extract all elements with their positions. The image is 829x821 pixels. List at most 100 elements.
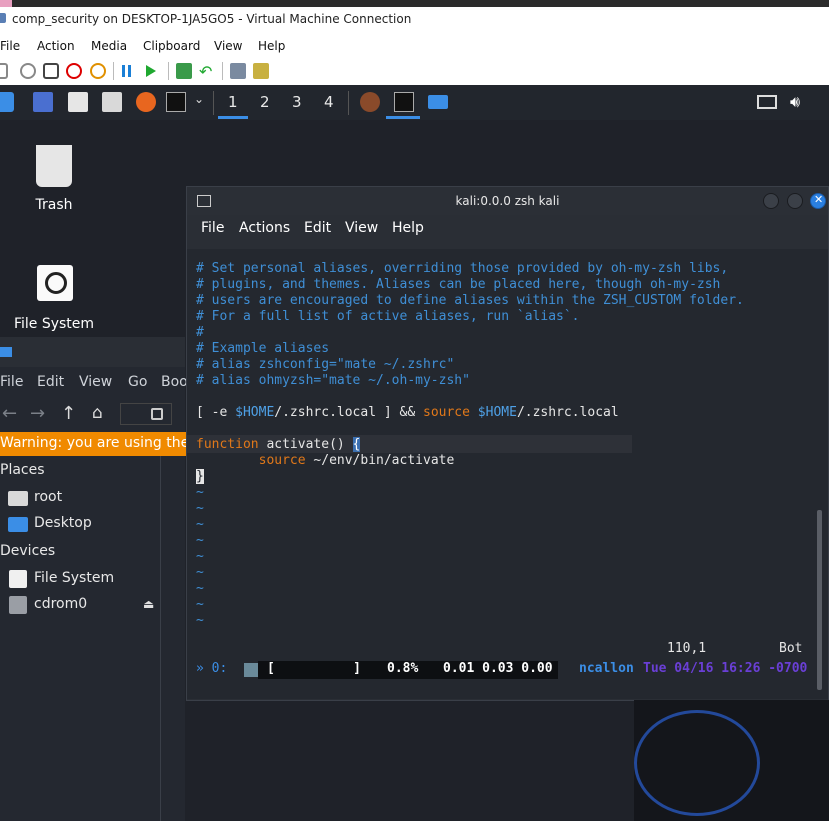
code-token: [ -e	[196, 405, 236, 420]
checkpoint-icon[interactable]	[176, 63, 192, 79]
terminal-task-icon[interactable]	[394, 92, 414, 112]
tmux-pane: » 0:	[196, 661, 228, 676]
host-menu-media[interactable]: Media	[91, 39, 127, 53]
host-top-strip	[0, 0, 829, 7]
code-comment: # Example aliases	[196, 341, 330, 356]
cdrom-icon	[9, 596, 27, 614]
matched-brace: {	[352, 437, 361, 452]
text-editor-icon[interactable]	[102, 92, 122, 112]
host-menu-clipboard[interactable]: Clipboard	[143, 39, 200, 53]
host-menu-help[interactable]: Help	[258, 39, 285, 53]
file-manager-icon[interactable]	[68, 92, 88, 112]
host-menubar: File Action Media Clipboard View Help	[0, 36, 829, 58]
power-icon[interactable]	[90, 63, 106, 79]
terminal-body[interactable]: # Set personal aliases, overriding those…	[187, 249, 828, 699]
text-cursor: }	[196, 469, 204, 484]
tmux-statusbar: » 0: [ ] 0.8% 0.01 0.03 0.00 ncallon Tue…	[187, 661, 828, 679]
up-icon[interactable]: ↑	[61, 403, 76, 424]
tmux-segment-marker	[244, 663, 258, 677]
maximize-button[interactable]	[787, 193, 803, 209]
panel-separator	[348, 91, 349, 115]
fm-menu-edit[interactable]: Edit	[37, 374, 64, 390]
place-desktop[interactable]: Desktop	[34, 515, 92, 531]
show-desktop-icon[interactable]	[33, 92, 53, 112]
term-menu-help[interactable]: Help	[392, 220, 424, 236]
toolbar-separator	[113, 62, 114, 80]
tmux-datetime: Tue 04/16 16:26 -0700	[643, 661, 808, 676]
code-function-body: source ~/env/bin/activate	[196, 453, 455, 469]
code-token: $HOME	[235, 405, 275, 420]
empty-line-marker: ~	[196, 533, 204, 548]
enhanced-session-icon[interactable]	[230, 63, 246, 79]
host-menu-view[interactable]: View	[214, 39, 242, 53]
desktop-folder-icon	[8, 517, 28, 532]
minimize-button[interactable]	[763, 193, 779, 209]
location-bar[interactable]	[120, 403, 172, 425]
fm-menu-file[interactable]: File	[0, 374, 23, 390]
start-icon[interactable]	[20, 63, 36, 79]
revert-icon[interactable]: ↶	[199, 62, 212, 81]
forward-icon[interactable]: →	[30, 403, 45, 424]
host-menu-action[interactable]: Action	[37, 39, 75, 53]
back-icon[interactable]: ←	[2, 403, 17, 424]
home-icon[interactable]: ⌂	[92, 403, 103, 423]
code-token: activate()	[258, 437, 353, 452]
device-file-system[interactable]: File System	[34, 570, 114, 586]
chevron-down-icon[interactable]: ⌄	[194, 92, 204, 106]
devices-header: Devices	[0, 543, 56, 559]
close-button[interactable]: ✕	[810, 193, 826, 209]
folder-task-icon[interactable]	[428, 95, 448, 109]
empty-line-marker: ~	[196, 597, 204, 612]
wallpaper-swirl	[634, 710, 760, 816]
kali-menu-icon[interactable]	[0, 92, 14, 112]
fm-menu-view[interactable]: View	[79, 374, 112, 390]
code-comment: # users are encouraged to define aliases…	[196, 293, 744, 308]
volume-icon[interactable]: 🔊︎	[790, 92, 800, 112]
pause-icon[interactable]	[122, 65, 125, 77]
toolbar-separator	[168, 62, 169, 80]
code-token: function	[196, 437, 259, 452]
fm-menu-bookmarks[interactable]: Boo	[161, 374, 188, 390]
eject-icon[interactable]: ⏏	[143, 597, 154, 611]
trash-icon[interactable]	[36, 145, 72, 187]
code-comment: # For a full list of active aliases, run…	[196, 309, 580, 324]
terminal-scrollbar[interactable]	[817, 510, 822, 690]
shutdown-icon[interactable]	[66, 63, 82, 79]
term-menu-actions[interactable]: Actions	[239, 220, 290, 236]
workspace-active-indicator	[218, 116, 248, 119]
code-function-line: function activate() {	[196, 437, 361, 453]
tmux-cpu-bar: [ ]	[267, 661, 361, 676]
fm-pane-divider	[160, 440, 161, 821]
empty-line-marker: ~	[196, 613, 204, 628]
host-titlebar: comp_security on DESKTOP-1JA5GO5 - Virtu…	[0, 0, 829, 37]
term-menu-edit[interactable]: Edit	[304, 220, 331, 236]
resume-icon[interactable]	[146, 65, 156, 77]
code-close-brace: }	[196, 469, 204, 485]
empty-line-marker: ~	[196, 581, 204, 596]
empty-line-marker: ~	[196, 517, 204, 532]
workspace-1[interactable]: 1	[228, 93, 238, 111]
workspace-3[interactable]: 3	[292, 93, 302, 111]
display-icon[interactable]	[757, 95, 777, 109]
share-icon[interactable]	[253, 63, 269, 79]
fm-folder-icon	[0, 347, 12, 357]
firefox-icon[interactable]	[136, 92, 156, 112]
workspace-2[interactable]: 2	[260, 93, 270, 111]
host-menu-file[interactable]: File	[0, 39, 20, 53]
location-disk-icon	[151, 408, 163, 420]
term-menu-file[interactable]: File	[201, 220, 224, 236]
terminal-titlebar: kali:0.0.0 zsh kali ✕	[187, 187, 828, 215]
device-cdrom0[interactable]: cdrom0	[34, 596, 87, 612]
term-menu-view[interactable]: View	[345, 220, 378, 236]
wallpaper	[634, 700, 829, 821]
ctrl-alt-del-icon[interactable]	[0, 63, 8, 79]
disk-icon	[9, 570, 27, 588]
place-root[interactable]: root	[34, 489, 62, 505]
turn-off-icon[interactable]	[43, 63, 59, 79]
cursor-position: 110,1	[667, 641, 707, 656]
workspace-4[interactable]: 4	[324, 93, 334, 111]
firefox-task-icon[interactable]	[360, 92, 380, 112]
fm-menu-go[interactable]: Go	[128, 374, 147, 390]
terminal-icon[interactable]	[166, 92, 186, 112]
trash-label: Trash	[35, 197, 73, 213]
